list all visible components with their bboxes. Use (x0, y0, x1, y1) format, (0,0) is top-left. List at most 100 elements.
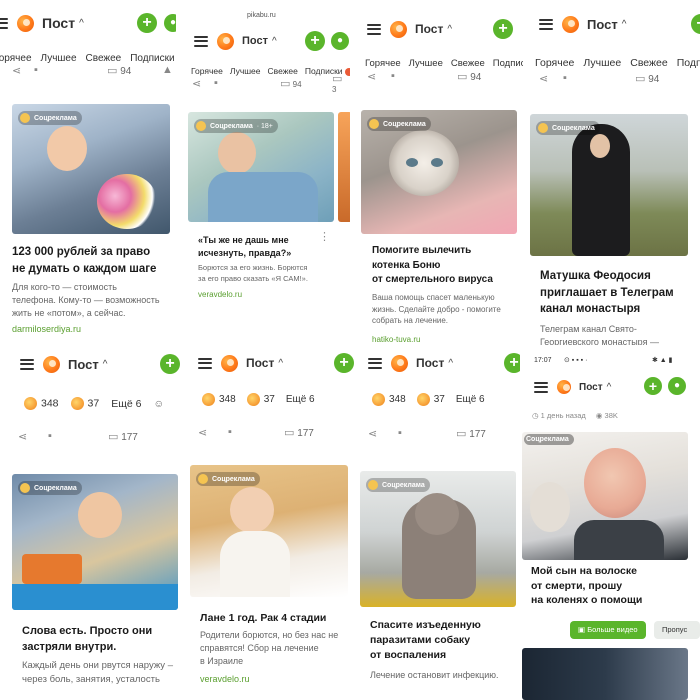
chevron-up-icon[interactable]: ^ (622, 19, 627, 30)
tab-fresh[interactable]: Свежее (268, 66, 298, 76)
chevron-up-icon[interactable]: ^ (448, 358, 453, 369)
menu-icon[interactable] (0, 17, 8, 29)
save-icon[interactable]: ▪ (214, 77, 218, 89)
ad-link[interactable]: darmiloserdiya.ru (12, 324, 81, 334)
tab-hot[interactable]: Горячее (535, 57, 574, 69)
reaction-thinking[interactable]: 37 (246, 393, 275, 406)
save-icon[interactable]: ▪ (391, 70, 395, 82)
chevron-up-icon[interactable]: ^ (272, 36, 277, 47)
menu-icon[interactable] (539, 18, 553, 30)
tab-best[interactable]: Лучшее (41, 53, 77, 64)
share-icon[interactable]: ⋖ (367, 70, 376, 83)
post-title[interactable]: Помогите вылечить котенка Боню от смертель… (372, 244, 493, 288)
save-icon[interactable]: ▪ (228, 426, 232, 438)
comments-count[interactable]: ▭ 177 (108, 430, 138, 443)
tab-hot[interactable]: Горячее (0, 53, 32, 64)
reaction-laugh[interactable]: 348 (202, 393, 236, 406)
tab-fresh[interactable]: Свежее (86, 53, 122, 64)
add-post-button[interactable]: + (137, 13, 157, 33)
post-title[interactable]: Мой сын на волоске от смерти, прошу на кол… (531, 564, 642, 608)
post-title[interactable]: Слова есть. Просто они застряли внутри. (22, 624, 152, 656)
save-icon[interactable]: ▪ (34, 64, 38, 76)
tab-subscriptions[interactable]: Подписки (493, 58, 523, 69)
menu-icon[interactable] (367, 23, 381, 35)
add-post-button[interactable]: + (493, 19, 513, 39)
chevron-up-icon[interactable]: ^ (447, 24, 452, 35)
reaction-thinking[interactable]: 37 (70, 397, 99, 410)
skip-button[interactable]: Пропус (654, 621, 700, 639)
next-video-preview[interactable] (522, 648, 688, 700)
share-icon[interactable]: ⋖ (18, 430, 27, 443)
menu-icon[interactable] (194, 35, 208, 47)
comments-count[interactable]: ▭ 177 (284, 426, 314, 439)
menu-icon[interactable] (20, 358, 34, 370)
ad-link[interactable]: veravdelo.ru (200, 674, 250, 684)
menu-icon[interactable] (198, 357, 212, 369)
add-reaction-icon[interactable]: ☺ (153, 398, 164, 410)
ad-image-child-in-hospital[interactable]: Соцреклама · 18+ (188, 112, 334, 222)
more-reactions[interactable]: Ещё 6 (111, 398, 141, 410)
notifications-icon[interactable]: ● (331, 32, 349, 50)
ad-image-kitten[interactable]: Соцреклама (361, 110, 517, 234)
more-videos-button[interactable]: ▣ Больше видео (570, 621, 646, 639)
save-icon[interactable]: ▪ (398, 427, 402, 439)
ad-image-nun[interactable]: Соцреклама (530, 114, 688, 256)
post-title[interactable]: «Ты же не дашь мне исчезнуть, правда?» (198, 234, 291, 260)
tab-hot[interactable]: Горячее (191, 66, 223, 76)
menu-icon[interactable] (368, 357, 382, 369)
comments-count-2[interactable]: ▭ 3 (332, 72, 342, 94)
ad-link[interactable]: veravdelo.ru (198, 290, 242, 299)
tab-hot[interactable]: Горячее (365, 58, 401, 69)
profile-icon[interactable]: ▲ (162, 64, 173, 76)
tab-best[interactable]: Лучшее (230, 66, 261, 76)
reaction-thinking[interactable]: 37 (416, 393, 445, 406)
ad-image-boy-with-flowers[interactable]: Соцреклама (12, 104, 170, 234)
notifications-icon[interactable]: ● (164, 14, 176, 32)
tab-subscriptions[interactable]: Подписки (130, 53, 176, 64)
tab-best[interactable]: Лучшее (583, 57, 621, 69)
add-post-button[interactable]: + (691, 14, 700, 34)
add-post-button[interactable]: + (334, 353, 354, 373)
ad-image-child-playing[interactable]: Соцреклама (12, 474, 178, 610)
ad-image-baby[interactable]: Соцреклама (190, 465, 348, 597)
save-icon[interactable]: ▪ (563, 72, 567, 84)
comments-count[interactable]: ▭ 94 (107, 64, 131, 77)
reaction-laugh[interactable]: 348 (372, 393, 406, 406)
comments-count[interactable]: ▭ 94 (280, 77, 302, 90)
save-icon[interactable]: ▪ (48, 430, 52, 442)
ad-link[interactable]: hatiko-tuva.ru (372, 335, 420, 344)
tab-fresh[interactable]: Свежее (451, 58, 485, 69)
chevron-up-icon[interactable]: ^ (79, 18, 84, 29)
tab-fresh[interactable]: Свежее (630, 57, 667, 69)
more-reactions[interactable]: Ещё 6 (456, 394, 485, 405)
share-icon[interactable]: ⋖ (368, 427, 377, 440)
share-icon[interactable]: ⋖ (198, 426, 207, 439)
ad-image-sick-dog[interactable]: Соцреклама (360, 471, 516, 607)
post-title[interactable]: Спасите изъеденную паразитами собаку от во… (370, 618, 481, 664)
more-reactions[interactable]: Ещё 6 (286, 394, 315, 405)
menu-icon[interactable] (534, 381, 548, 393)
add-post-button[interactable]: + (160, 354, 180, 374)
add-post-button[interactable]: + (504, 353, 520, 373)
more-options-icon[interactable]: ⋮ (319, 230, 330, 243)
comments-count[interactable]: ▭ 94 (635, 72, 659, 85)
chevron-up-icon[interactable]: ^ (103, 359, 108, 370)
share-icon[interactable]: ⋖ (192, 77, 201, 90)
tab-best[interactable]: Лучшее (409, 58, 443, 69)
notifications-icon[interactable]: ● (668, 377, 686, 395)
tab-subscriptions[interactable]: Подписки (677, 57, 700, 69)
share-icon[interactable]: ⋖ (12, 64, 21, 77)
post-title[interactable]: 123 000 рублей за право не думать о каждо… (12, 244, 156, 277)
add-post-button[interactable]: + (305, 31, 325, 51)
post-title[interactable]: Лане 1 год. Рак 4 стадии (200, 611, 326, 626)
comments-count[interactable]: ▭ 177 (456, 427, 486, 440)
post-title[interactable]: Матушка Феодосия приглашает в Телеграм кан… (540, 268, 674, 318)
reaction-laugh[interactable]: 348 (24, 397, 59, 410)
comments-count[interactable]: ▭ 94 (457, 70, 481, 83)
share-icon[interactable]: ⋖ (539, 72, 548, 85)
chevron-up-icon[interactable]: ^ (607, 382, 612, 393)
video-ad-sick-child[interactable]: Соцреклама (522, 432, 688, 560)
add-post-button[interactable]: + (644, 377, 662, 395)
chevron-up-icon[interactable]: ^ (278, 358, 283, 369)
tab-subscriptions[interactable]: Подписки (305, 66, 350, 76)
